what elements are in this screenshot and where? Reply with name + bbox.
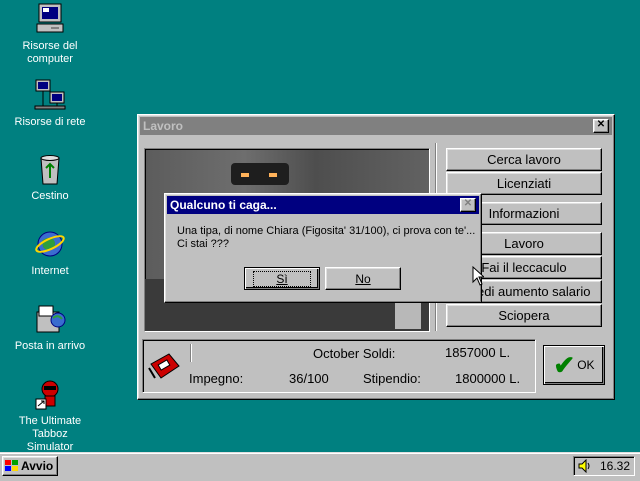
soldi-label: October Soldi: — [313, 346, 396, 361]
system-tray: 16.32 — [573, 456, 635, 476]
dialog-title: Qualcuno ti caga... — [170, 198, 277, 212]
desktop-icon-internet[interactable]: Internet — [10, 227, 90, 278]
close-icon: ✕ — [463, 198, 473, 209]
soldi-value: 1857000 L. — [445, 345, 511, 360]
desktop-icon-label: computer — [27, 53, 73, 65]
tabboz-icon — [33, 377, 67, 411]
stipendio-label: Stipendio: — [363, 371, 421, 386]
recycle-bin-icon — [33, 152, 67, 186]
desktop-icon-label: The Ultimate — [18, 415, 82, 427]
cerca-lavoro-button[interactable]: Cerca lavoro — [446, 148, 602, 171]
desktop-icon-recycle-bin[interactable]: Cestino — [10, 152, 90, 203]
no-label: No — [355, 271, 371, 286]
yes-label: Sì — [253, 270, 311, 287]
network-icon — [33, 78, 67, 112]
stipendio-value: 1800000 L. — [455, 371, 521, 386]
desktop-icon-network[interactable]: Risorse di rete — [10, 78, 90, 129]
internet-explorer-icon — [33, 227, 67, 261]
status-panel: October Soldi: 1857000 L. Impegno: 36/10… — [142, 339, 536, 393]
desktop-icon-label: Cestino — [31, 190, 69, 202]
desktop-icon-tabboz[interactable]: The Ultimate Tabboz Simulator — [10, 377, 90, 454]
my-computer-icon — [33, 2, 67, 36]
yes-button[interactable]: Sì — [244, 267, 320, 290]
desktop-icon-my-computer[interactable]: Risorse del computer — [10, 2, 90, 66]
scene-lamp-light-right — [269, 173, 277, 177]
speaker-icon[interactable] — [578, 458, 592, 474]
desktop-icon-label: Risorse del — [22, 40, 78, 52]
dialog-window: Qualcuno ti caga... ✕ Una tipa, di nome … — [164, 193, 482, 303]
close-icon: ✕ — [596, 119, 606, 130]
sciopera-button[interactable]: Sciopera — [446, 304, 602, 327]
impegno-value: 36/100 — [289, 371, 329, 386]
ok-button[interactable]: ✔ OK — [543, 345, 605, 385]
desktop-icon-label: Risorse di rete — [14, 116, 86, 128]
scene-lamp-light-left — [241, 173, 249, 177]
dialog-message-line: Ci stai ??? — [177, 238, 229, 250]
start-button[interactable]: Avvio — [2, 456, 58, 476]
dialog-close-button[interactable]: ✕ — [460, 198, 476, 212]
phone-icon — [147, 350, 183, 382]
desktop-icon-inbox[interactable]: Posta in arrivo — [10, 302, 90, 353]
inbox-icon — [33, 302, 67, 336]
windows-logo-icon — [5, 460, 19, 472]
window-title: Lavoro — [143, 119, 184, 133]
mouse-cursor — [472, 265, 486, 289]
status-divider — [190, 344, 192, 362]
desktop-icon-label: Tabboz Simulator — [26, 428, 74, 453]
start-label: Avvio — [21, 459, 54, 473]
dialog-message: Una tipa, di nome Chiara (Figosita' 31/1… — [177, 225, 475, 251]
no-button[interactable]: No — [325, 267, 401, 290]
desktop-icon-label: Internet — [31, 265, 69, 277]
lavoro-titlebar[interactable]: Lavoro ✕ — [140, 117, 612, 135]
dialog-titlebar[interactable]: Qualcuno ti caga... ✕ — [167, 196, 479, 214]
impegno-label: Impegno: — [189, 371, 244, 386]
checkmark-icon: ✔ — [553, 350, 576, 380]
close-button[interactable]: ✕ — [593, 119, 609, 133]
scene-lamp — [231, 163, 289, 185]
desktop-icon-label: Posta in arrivo — [14, 340, 86, 352]
licenziati-button[interactable]: Licenziati — [446, 172, 602, 195]
dialog-message-line: Una tipa, di nome Chiara (Figosita' 31/1… — [177, 225, 476, 237]
taskbar: Avvio 16.32 — [0, 452, 640, 481]
ok-label: OK — [577, 358, 595, 372]
clock[interactable]: 16.32 — [600, 459, 630, 473]
